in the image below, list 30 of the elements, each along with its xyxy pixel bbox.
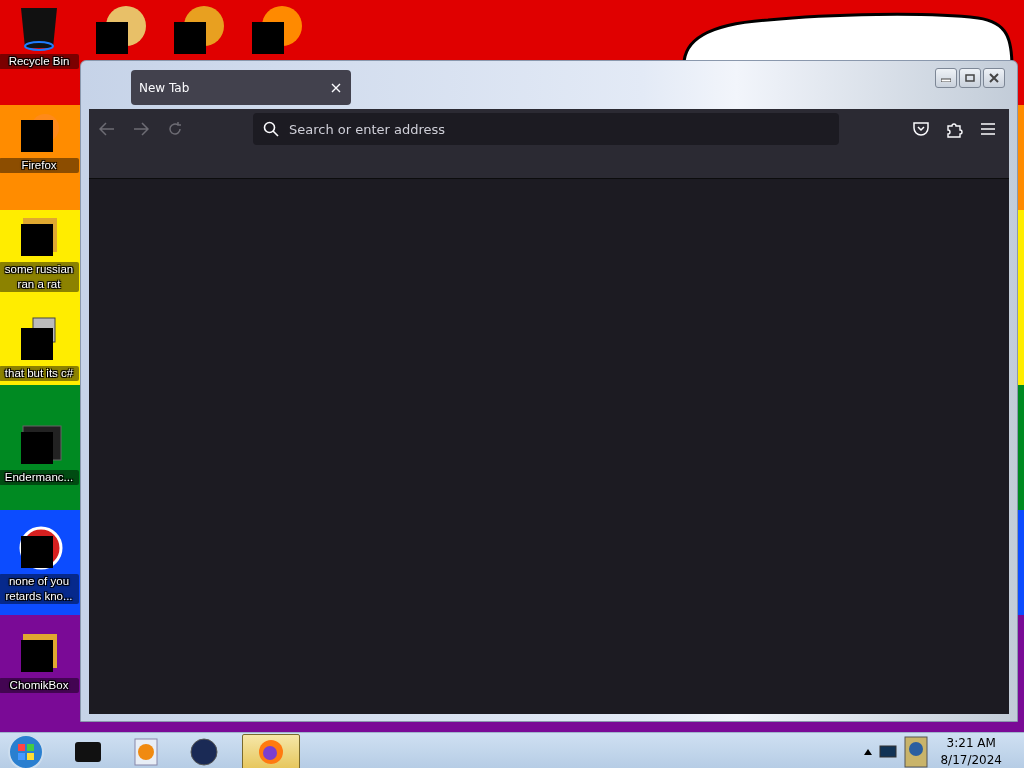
pocket-icon[interactable] xyxy=(913,121,929,137)
icon-label: that but its c# xyxy=(0,366,79,381)
clock-date: 8/17/2024 xyxy=(940,752,1002,768)
start-button[interactable] xyxy=(6,733,46,768)
search-icon xyxy=(263,121,279,137)
tray-arrow-icon[interactable] xyxy=(864,749,873,755)
app-icon xyxy=(188,736,220,768)
icon-label: none of you retards kno... xyxy=(0,574,79,604)
maximize-icon xyxy=(965,74,975,82)
clock-time: 3:21 AM xyxy=(946,735,996,752)
icon-label: Recycle Bin xyxy=(0,54,79,69)
monitor-icon[interactable] xyxy=(878,743,899,761)
puzzle-piece-icon[interactable] xyxy=(947,120,963,138)
forward-arrow-icon[interactable] xyxy=(133,122,149,136)
address-bar[interactable]: Search or enter address xyxy=(253,113,839,145)
browser-tab[interactable]: New Tab xyxy=(131,70,351,105)
icon-label: some russian ran a rat xyxy=(0,262,79,292)
close-button[interactable] xyxy=(983,68,1005,88)
icon-label: Firefox xyxy=(0,158,79,173)
app-icon[interactable] xyxy=(904,736,929,768)
close-icon[interactable] xyxy=(331,82,341,93)
minimize-button[interactable] xyxy=(935,68,957,88)
icon-label: ChomikBox xyxy=(0,678,79,693)
icon-label: Endermanc... xyxy=(0,470,79,485)
close-icon xyxy=(989,73,999,83)
menu-icon[interactable] xyxy=(981,123,995,135)
reload-icon[interactable] xyxy=(167,121,183,137)
back-arrow-icon[interactable] xyxy=(99,122,115,136)
clock[interactable]: 3:21 AM 8/17/2024 xyxy=(940,735,1002,768)
maximize-button[interactable] xyxy=(959,68,981,88)
